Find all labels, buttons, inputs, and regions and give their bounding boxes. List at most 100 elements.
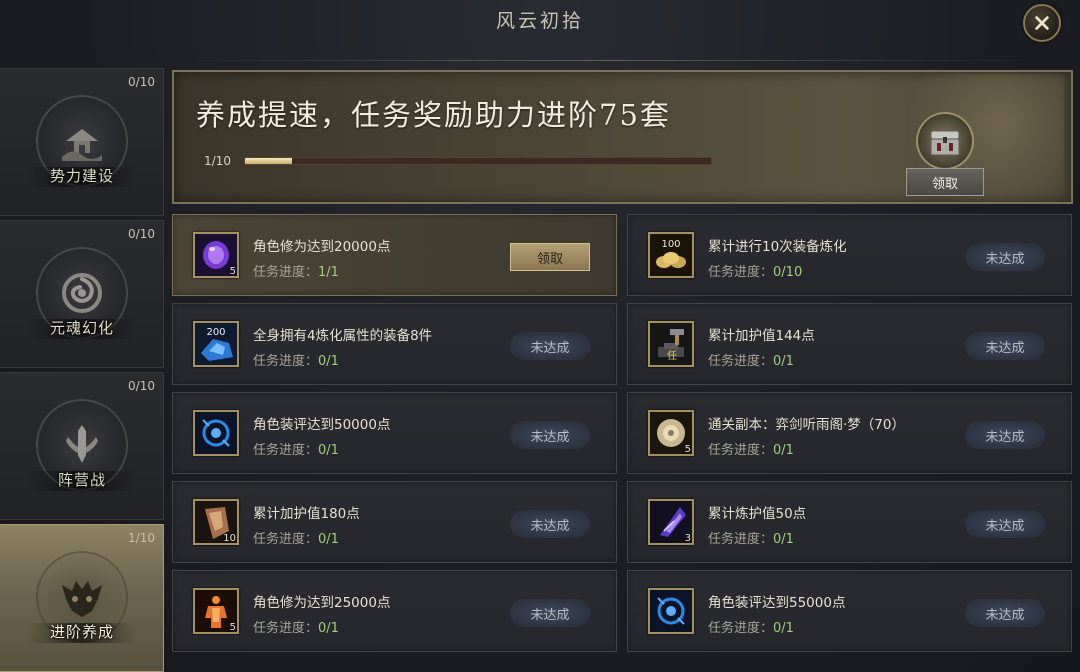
not-achieved-button[interactable]: 未达成 — [510, 510, 590, 538]
task-name: 角色修为达到20000点 — [253, 239, 391, 255]
not-achieved-button[interactable]: 未达成 — [965, 510, 1045, 538]
banner-progress-bar — [244, 157, 712, 165]
tab-label: 元魂幻化 — [49, 319, 114, 337]
task-name: 累计炼护值50点 — [708, 506, 807, 522]
task-name: 角色修为达到25000点 — [253, 595, 391, 611]
banner-title: 养成提速，任务奖励助力进阶75套 — [196, 98, 671, 132]
tab-label: 阵营战 — [57, 471, 106, 489]
task-card: 5 角色修为达到25000点 任务进度：0/1 未达成 — [172, 570, 617, 652]
item-count: 5 — [229, 266, 236, 277]
task-progress: 任务进度：0/1 — [708, 528, 794, 547]
task-card: 角色装评达到50000点 任务进度：0/1 未达成 — [172, 392, 617, 474]
reward-item-slot[interactable]: 5 — [193, 588, 239, 634]
progress-value: 0/1 — [318, 621, 339, 636]
task-name: 全身拥有4炼化属性的装备8件 — [253, 328, 433, 344]
task-name: 角色装评达到55000点 — [708, 595, 846, 611]
claim-button[interactable]: 领取 — [510, 243, 590, 271]
task-progress: 任务进度：0/10 — [708, 261, 802, 280]
tab-count: 0/10 — [128, 227, 155, 241]
progress-prefix: 任务进度： — [708, 265, 774, 280]
reward-item-slot[interactable]: 200 — [193, 321, 239, 367]
task-name: 累计加护值180点 — [253, 506, 360, 522]
sidebar-tab-advance-growth[interactable]: 1/10 进阶养成 — [0, 524, 164, 672]
progress-prefix: 任务进度： — [253, 354, 319, 369]
progress-prefix: 任务进度： — [253, 443, 319, 458]
not-achieved-button[interactable]: 未达成 — [965, 599, 1045, 627]
progress-value: 0/1 — [318, 532, 339, 547]
tab-label: 势力建设 — [49, 167, 114, 185]
banner-claim-button[interactable]: 领取 — [906, 168, 984, 196]
page-title: 风云初拾 — [495, 10, 584, 32]
task-name: 累计进行10次装备炼化 — [708, 239, 847, 255]
reward-item-slot[interactable]: 10 — [193, 499, 239, 545]
reward-item-slot[interactable]: 5 — [648, 410, 694, 456]
task-card: 角色装评达到55000点 任务进度：0/1 未达成 — [627, 570, 1072, 652]
event-panel: 风云初拾 0/10 势力建设 0/10 元魂幻化 0/10 阵营战 1/10 进… — [0, 0, 1080, 672]
progress-prefix: 任务进度： — [253, 621, 319, 636]
task-card: 10 累计加护值180点 任务进度：0/1 未达成 — [172, 481, 617, 563]
task-name: 角色装评达到50000点 — [253, 417, 391, 433]
svg-text:200: 200 — [206, 327, 225, 338]
progress-prefix: 任务进度： — [708, 354, 774, 369]
progress-value: 1/1 — [318, 265, 339, 280]
progress-value: 0/10 — [773, 265, 803, 280]
banner-progress-fill — [245, 158, 292, 164]
progress-value: 0/1 — [318, 443, 339, 458]
progress-prefix: 任务进度： — [253, 265, 319, 280]
reward-item-slot[interactable]: 任 — [648, 321, 694, 367]
sidebar-tab-faction-war[interactable]: 0/10 阵营战 — [0, 372, 164, 520]
reward-item-slot[interactable]: 100 — [648, 232, 694, 278]
task-card: 任 累计加护值144点 任务进度：0/1 未达成 — [627, 303, 1072, 385]
tab-label: 进阶养成 — [49, 623, 114, 641]
not-achieved-button[interactable]: 未达成 — [510, 332, 590, 360]
progress-prefix: 任务进度： — [708, 532, 774, 547]
task-progress: 任务进度：0/1 — [708, 350, 794, 369]
sidebar-tab-faction-build[interactable]: 0/10 势力建设 — [0, 68, 164, 216]
not-achieved-button[interactable]: 未达成 — [965, 243, 1045, 271]
task-name: 通关副本：弈剑听雨阁·梦（70） — [708, 417, 905, 433]
task-progress: 任务进度：1/1 — [253, 261, 339, 280]
gold-coin-100-icon: 100 — [650, 234, 692, 276]
reward-chest[interactable] — [916, 112, 974, 170]
item-count: 3 — [684, 533, 691, 544]
blue-crystal-200-icon: 200 — [195, 323, 237, 365]
task-card: 200 全身拥有4炼化属性的装备8件 任务进度：0/1 未达成 — [172, 303, 617, 385]
not-achieved-button[interactable]: 未达成 — [965, 332, 1045, 360]
not-achieved-button[interactable]: 未达成 — [965, 421, 1045, 449]
tab-count: 0/10 — [128, 379, 155, 393]
blue-orb-icon — [650, 590, 692, 632]
task-name: 累计加护值144点 — [708, 328, 815, 344]
item-count: 5 — [684, 444, 691, 455]
progress-prefix: 任务进度： — [253, 532, 319, 547]
header: 风云初拾 — [0, 0, 1080, 62]
task-progress: 任务进度：0/1 — [253, 350, 339, 369]
treasure-chest-icon — [930, 130, 960, 156]
progress-value: 0/1 — [773, 532, 794, 547]
progress-value: 0/1 — [773, 443, 794, 458]
task-progress: 任务进度：0/1 — [253, 439, 339, 458]
tab-count: 1/10 — [128, 531, 155, 545]
close-button[interactable] — [1023, 4, 1061, 42]
task-progress: 任务进度：0/1 — [253, 617, 339, 636]
header-divider — [170, 60, 1040, 61]
progress-prefix: 任务进度： — [708, 443, 774, 458]
sidebar-tab-soul-transform[interactable]: 0/10 元魂幻化 — [0, 220, 164, 368]
close-icon — [1035, 16, 1049, 30]
task-card: 100 累计进行10次装备炼化 任务进度：0/10 未达成 — [627, 214, 1072, 296]
item-count: 5 — [229, 622, 236, 633]
reward-item-slot[interactable] — [193, 410, 239, 456]
not-achieved-button[interactable]: 未达成 — [510, 421, 590, 449]
tab-count: 0/10 — [128, 75, 155, 89]
progress-value: 0/1 — [318, 354, 339, 369]
reward-item-slot[interactable]: 3 — [648, 499, 694, 545]
task-progress: 任务进度：0/1 — [253, 528, 339, 547]
reward-item-slot[interactable]: 5 — [193, 232, 239, 278]
task-card: 5 通关副本：弈剑听雨阁·梦（70） 任务进度：0/1 未达成 — [627, 392, 1072, 474]
not-achieved-button[interactable]: 未达成 — [510, 599, 590, 627]
item-count: 10 — [223, 533, 236, 544]
reward-banner: 养成提速，任务奖励助力进阶75套 1/10 领取 — [172, 70, 1073, 204]
reward-item-slot[interactable] — [648, 588, 694, 634]
task-progress: 任务进度：0/1 — [708, 439, 794, 458]
svg-text:100: 100 — [661, 239, 680, 250]
progress-value: 0/1 — [773, 354, 794, 369]
